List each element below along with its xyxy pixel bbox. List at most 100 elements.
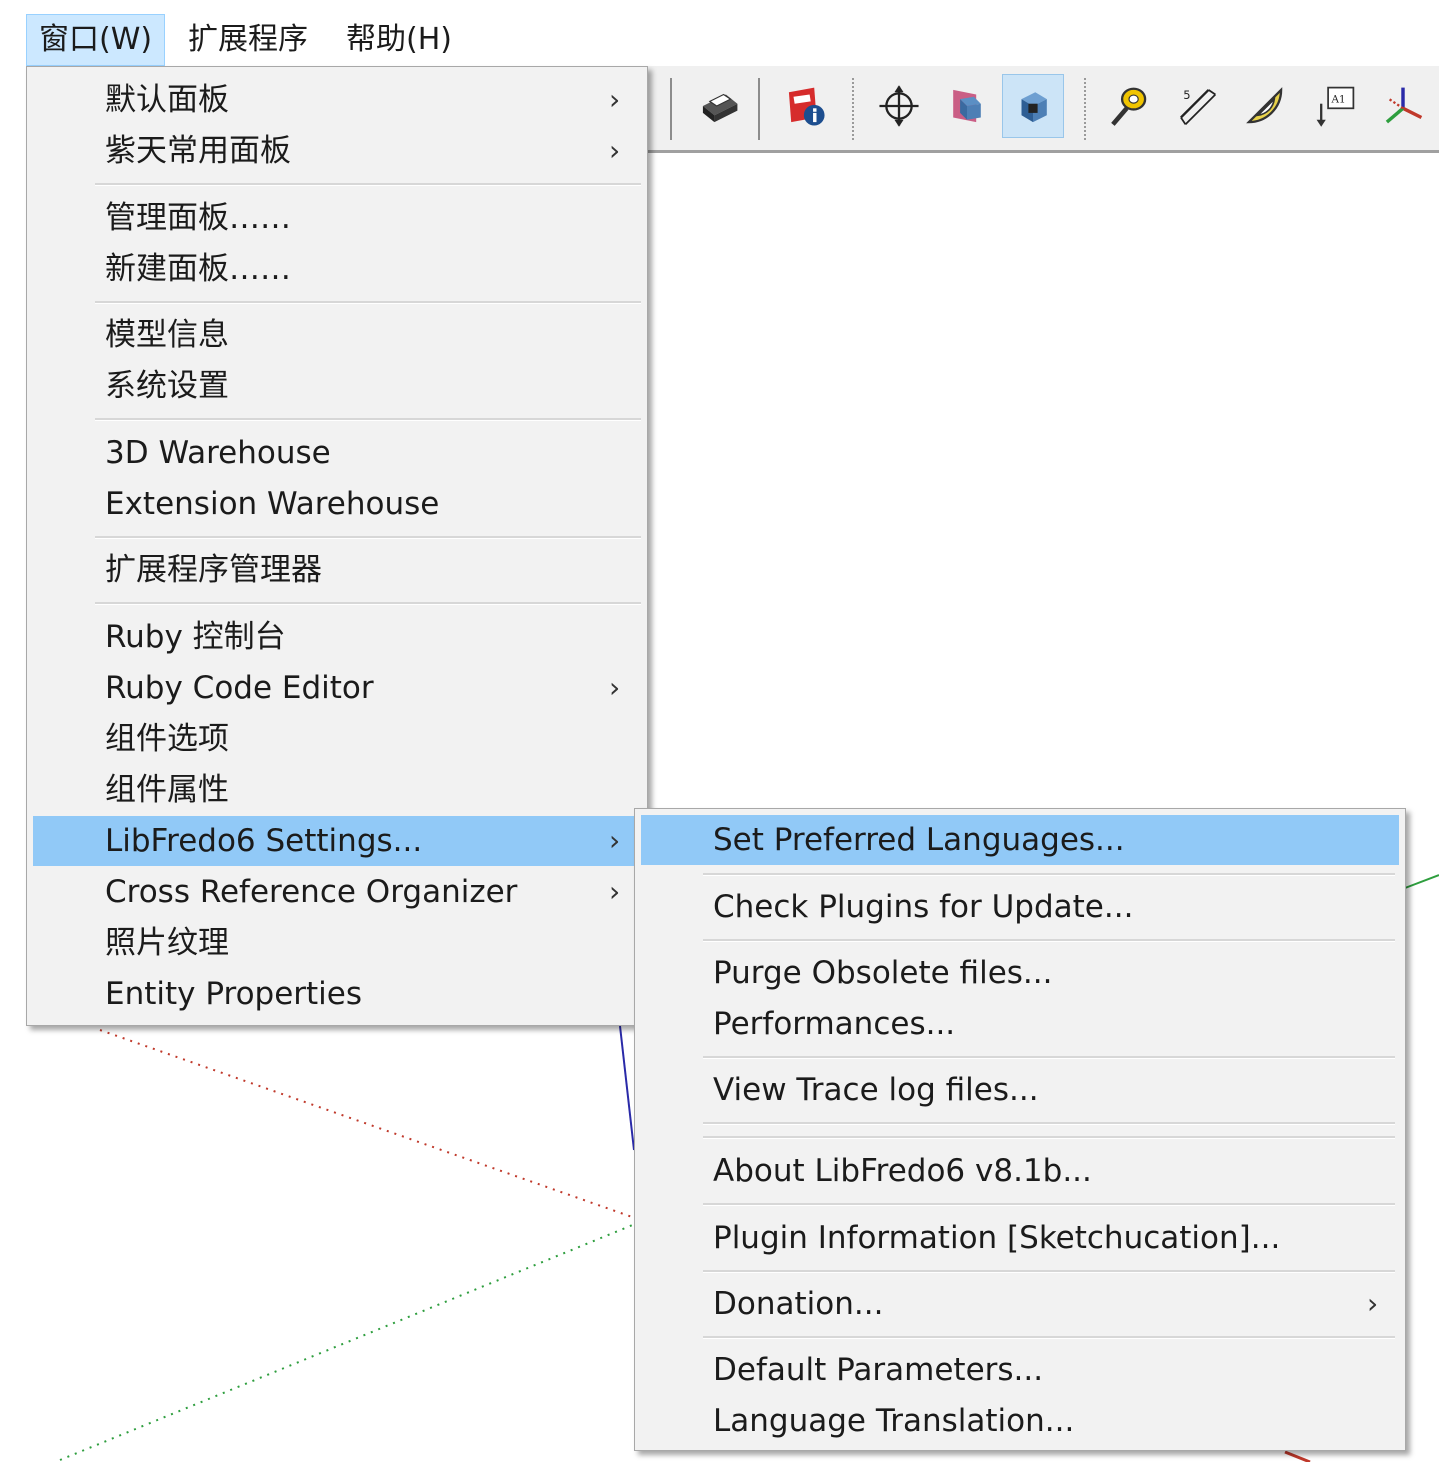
menu-item-label: LibFredo6 Settings... <box>105 823 423 859</box>
menu-item-ziti-panels[interactable]: 紫天常用面板 › <box>33 126 641 176</box>
green-axis <box>1404 874 1439 889</box>
menu-item-purge-obsolete-files[interactable]: Purge Obsolete files... <box>641 948 1399 998</box>
menu-item-label: 照片纹理 <box>105 925 229 961</box>
menu-item-preferences[interactable]: 系统设置 <box>33 361 641 411</box>
blue-axis <box>619 1025 635 1151</box>
menu-separator <box>703 1122 1395 1125</box>
menu-item-label: Cross Reference Organizer <box>105 874 518 910</box>
red-axis-dotted <box>99 1029 636 1219</box>
menu-item-label: View Trace log files... <box>713 1072 1039 1108</box>
menu-item-label: Check Plugins for Update... <box>713 889 1134 925</box>
menu-item-libfredo6-settings[interactable]: LibFredo6 Settings... › <box>33 816 641 866</box>
menu-separator <box>95 536 641 539</box>
menu-item-ruby-code-editor[interactable]: Ruby Code Editor › <box>33 663 641 713</box>
menubar: 窗口(W) 扩展程序 帮助(H) <box>0 0 1439 66</box>
menu-separator <box>703 1270 1395 1273</box>
menu-item-label: Plugin Information [Sketchucation]... <box>713 1220 1281 1256</box>
menu-item-label: Ruby 控制台 <box>105 619 286 655</box>
menu-item-label: 组件选项 <box>105 721 229 757</box>
menu-item-label: About LibFredo6 v8.1b... <box>713 1153 1092 1189</box>
menu-item-label: Language Translation... <box>713 1403 1075 1439</box>
submenu-arrow-icon: › <box>609 671 621 704</box>
menu-separator <box>95 183 641 186</box>
menu-item-label: Ruby Code Editor <box>105 670 374 706</box>
model-info-icon[interactable] <box>774 74 836 138</box>
menu-item-label: 默认面板 <box>105 82 229 118</box>
submenu-arrow-icon: › <box>609 824 621 857</box>
menu-item-view-trace-log[interactable]: View Trace log files... <box>641 1065 1399 1115</box>
menu-item-about-libfredo6[interactable]: About LibFredo6 v8.1b... <box>641 1146 1399 1196</box>
menu-item-3d-warehouse[interactable]: 3D Warehouse <box>33 428 641 478</box>
print-icon[interactable] <box>688 74 750 138</box>
menu-item-label: 紫天常用面板 <box>105 133 291 169</box>
green-axis-dotted <box>59 1223 636 1461</box>
menu-item-label: Extension Warehouse <box>105 486 440 522</box>
menu-item-label: 扩展程序管理器 <box>105 552 322 588</box>
svg-text:5: 5 <box>1183 88 1190 102</box>
submenu-arrow-icon: › <box>609 83 621 116</box>
svg-text:A1: A1 <box>1331 94 1346 106</box>
toolbar-separator <box>670 78 672 140</box>
menu-separator <box>703 1136 1395 1139</box>
window-menu: 默认面板 › 紫天常用面板 › 管理面板…… 新建面板…… 模型信息 系统设置 … <box>26 66 648 1026</box>
menu-item-set-preferred-languages[interactable]: Set Preferred Languages... <box>641 815 1399 865</box>
menu-item-label: Performances... <box>713 1006 956 1042</box>
menu-item-component-options[interactable]: 组件选项 <box>33 714 641 764</box>
menu-item-label: Default Parameters... <box>713 1352 1044 1388</box>
menu-item-default-parameters[interactable]: Default Parameters... <box>641 1345 1399 1395</box>
menu-item-extension-manager[interactable]: 扩展程序管理器 <box>33 545 641 595</box>
toolbar: 5 A1 <box>640 66 1439 153</box>
libfredo6-submenu: Set Preferred Languages... Check Plugins… <box>634 808 1406 1451</box>
menu-extensions[interactable]: 扩展程序 <box>176 14 320 66</box>
menu-item-check-plugins-update[interactable]: Check Plugins for Update... <box>641 882 1399 932</box>
menu-item-model-info[interactable]: 模型信息 <box>33 310 641 360</box>
protractor-icon[interactable] <box>1234 74 1296 138</box>
menu-item-label: 新建面板…… <box>105 251 291 287</box>
menu-separator <box>95 418 641 421</box>
menu-window[interactable]: 窗口(W) <box>26 14 166 66</box>
toolbar-left-edge <box>0 66 25 150</box>
menu-item-language-translation[interactable]: Language Translation... <box>641 1396 1399 1446</box>
menu-item-extension-warehouse[interactable]: Extension Warehouse <box>33 479 641 529</box>
red-axis <box>1284 1450 1311 1462</box>
menu-item-label: Entity Properties <box>105 976 363 1012</box>
menu-item-label: 模型信息 <box>105 317 229 353</box>
menu-help[interactable]: 帮助(H) <box>334 14 464 66</box>
submenu-arrow-icon: › <box>609 134 621 167</box>
menu-item-label: Purge Obsolete files... <box>713 955 1053 991</box>
section-plane-icon[interactable] <box>936 74 998 138</box>
text-label-icon[interactable]: A1 <box>1304 74 1366 138</box>
menu-item-label: 管理面板…… <box>105 200 291 236</box>
menu-separator <box>95 602 641 605</box>
menu-item-performances[interactable]: Performances... <box>641 999 1399 1049</box>
menu-item-label: Donation... <box>713 1286 884 1322</box>
menu-separator <box>703 873 1395 876</box>
menu-item-label: 3D Warehouse <box>105 435 331 471</box>
menu-separator <box>95 301 641 304</box>
tape-measure-icon[interactable] <box>1098 74 1160 138</box>
menu-separator <box>703 1336 1395 1339</box>
menu-item-manage-panels[interactable]: 管理面板…… <box>33 193 641 243</box>
menu-item-label: 组件属性 <box>105 772 229 808</box>
toolbar-separator <box>758 78 760 140</box>
section-cut-icon[interactable] <box>1002 74 1064 138</box>
menu-item-new-panel[interactable]: 新建面板…… <box>33 244 641 294</box>
menu-item-label: 系统设置 <box>105 368 229 404</box>
submenu-arrow-icon: › <box>1367 1287 1379 1320</box>
axes-icon[interactable] <box>1372 74 1434 138</box>
menu-item-photo-textures[interactable]: 照片纹理 <box>33 918 641 968</box>
toolbar-separator <box>1084 78 1086 140</box>
menu-item-default-panels[interactable]: 默认面板 › <box>33 75 641 125</box>
toolbar-separator <box>852 78 854 140</box>
menu-item-ruby-console[interactable]: Ruby 控制台 <box>33 612 641 662</box>
menu-item-plugin-information[interactable]: Plugin Information [Sketchucation]... <box>641 1213 1399 1263</box>
menu-item-entity-properties[interactable]: Entity Properties <box>33 969 641 1019</box>
menu-item-cross-reference-organizer[interactable]: Cross Reference Organizer › <box>33 867 641 917</box>
menu-item-label: Set Preferred Languages... <box>713 822 1125 858</box>
menu-item-donation[interactable]: Donation... › <box>641 1279 1399 1329</box>
orbit-icon[interactable] <box>868 74 930 138</box>
submenu-arrow-icon: › <box>609 875 621 908</box>
menu-separator <box>703 1056 1395 1059</box>
dimension-icon[interactable]: 5 <box>1166 74 1228 138</box>
menu-item-component-attributes[interactable]: 组件属性 <box>33 765 641 815</box>
